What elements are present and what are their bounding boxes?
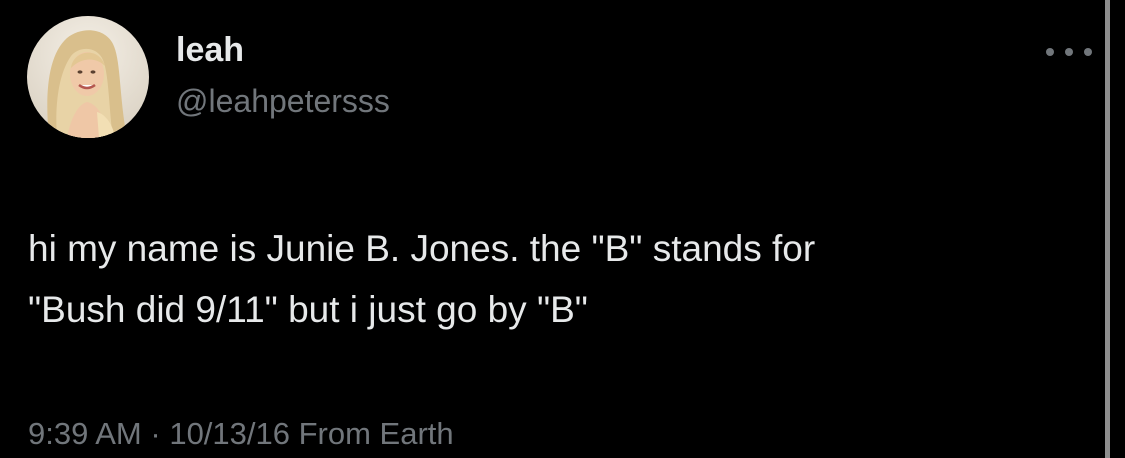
avatar[interactable]: [27, 16, 149, 138]
more-dot: [1046, 48, 1054, 56]
tweet-meta: 9:39 AM · 10/13/16 From Earth: [28, 414, 454, 454]
display-name[interactable]: leah: [176, 30, 244, 70]
tweet[interactable]: leah @leahpetersss hi my name is Junie B…: [0, 0, 1125, 458]
tweet-date[interactable]: 10/13/16: [169, 416, 290, 451]
tweet-time[interactable]: 9:39 AM: [28, 416, 142, 451]
username-handle[interactable]: @leahpetersss: [176, 81, 390, 121]
tweet-text-line: "Bush did 9/11" but i just go by "B": [28, 289, 588, 330]
scrollbar[interactable]: [1105, 0, 1110, 458]
tweet-source: From Earth: [298, 416, 454, 451]
tweet-text: hi my name is Junie B. Jones. the "B" st…: [28, 218, 1068, 340]
more-options-icon[interactable]: [1046, 40, 1092, 64]
meta-separator: ·: [150, 416, 161, 451]
tweet-text-line: hi my name is Junie B. Jones. the "B" st…: [28, 228, 816, 269]
more-dot: [1084, 48, 1092, 56]
more-dot: [1065, 48, 1073, 56]
